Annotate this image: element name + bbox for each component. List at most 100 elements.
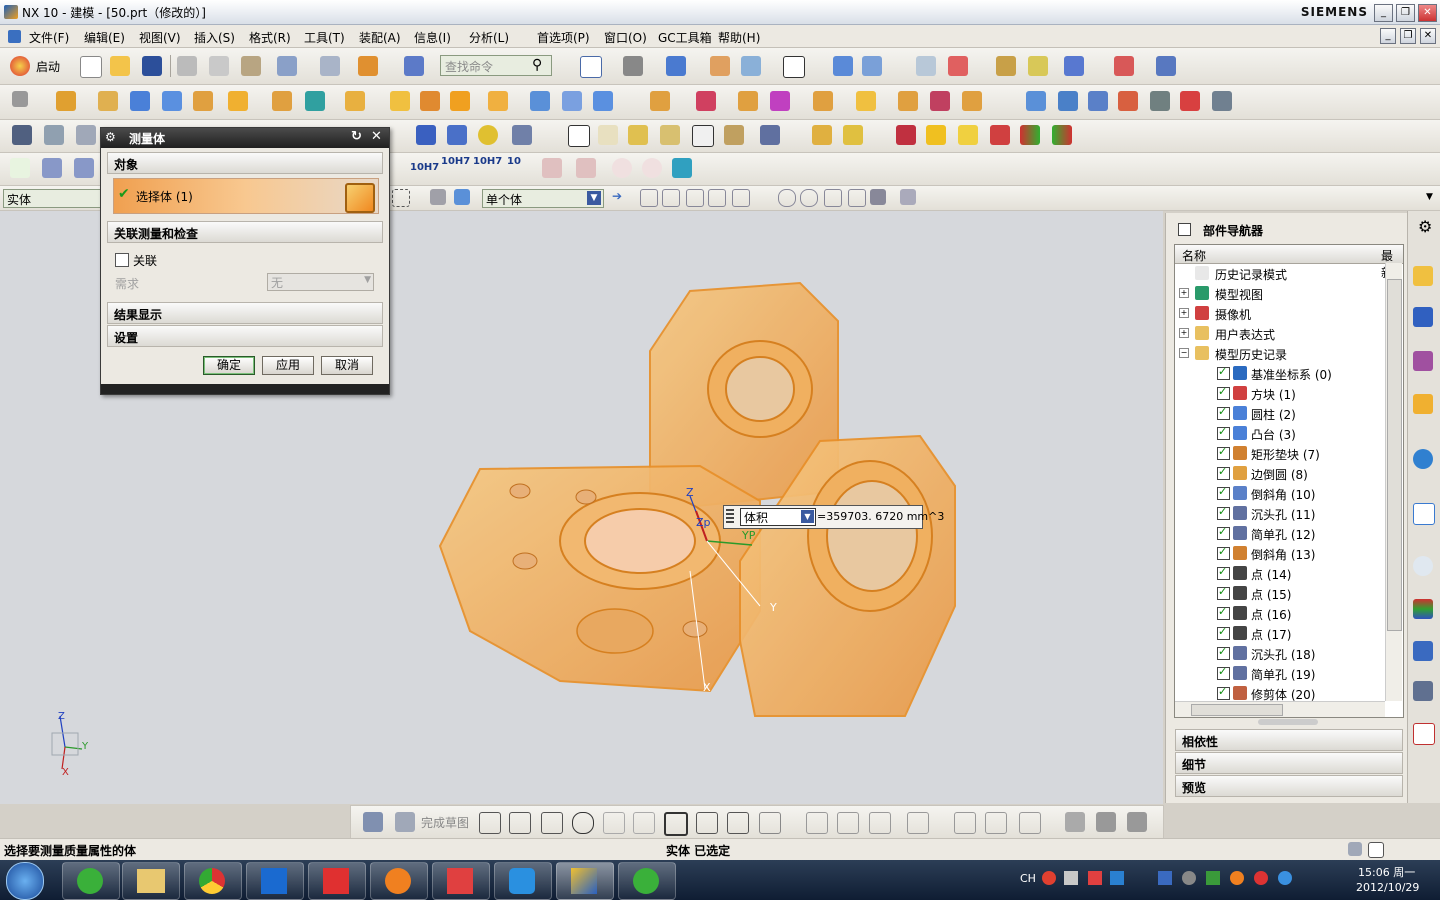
orient-view-icon[interactable] xyxy=(666,56,686,76)
tree-row[interactable]: 点 (15) xyxy=(1175,583,1383,603)
profile-icon[interactable] xyxy=(479,812,501,834)
quick-extend-icon[interactable] xyxy=(837,812,859,834)
tree-row[interactable]: + 用户表达式 xyxy=(1175,323,1383,343)
menu-edit[interactable]: 编辑(E) xyxy=(84,29,125,46)
expand-icon[interactable]: + xyxy=(1179,288,1189,298)
taskbar-app-chrome[interactable] xyxy=(184,862,242,900)
feature-visible-checkbox[interactable] xyxy=(1217,565,1230,580)
vertical-scrollbar[interactable] xyxy=(1385,263,1402,701)
split-body-icon[interactable] xyxy=(770,91,790,111)
doc-restore-button[interactable]: ❐ xyxy=(1400,28,1416,44)
history-icon[interactable] xyxy=(1413,556,1433,576)
process-studio-icon[interactable] xyxy=(1413,641,1433,661)
expand-icon[interactable]: + xyxy=(1179,328,1189,338)
feature-visible-checkbox[interactable] xyxy=(1217,505,1230,520)
revolve-icon[interactable] xyxy=(98,91,118,111)
constraint-icon[interactable] xyxy=(954,812,976,834)
snap-icon[interactable] xyxy=(833,56,853,76)
tree-row[interactable]: 倒斜角 (13) xyxy=(1175,543,1383,563)
update-model-icon[interactable] xyxy=(1127,812,1147,832)
paste-icon[interactable] xyxy=(241,56,261,76)
mirror-body-icon[interactable] xyxy=(930,91,950,111)
feature-visible-checkbox[interactable] xyxy=(1217,625,1230,640)
feature-visible-checkbox[interactable] xyxy=(1217,425,1230,440)
snap-center-icon[interactable] xyxy=(778,189,796,207)
chamfer-icon[interactable] xyxy=(696,91,716,111)
feature-visible-checkbox[interactable] xyxy=(1217,645,1230,660)
feature-visible-checkbox[interactable] xyxy=(1217,545,1230,560)
fit-view-icon[interactable] xyxy=(580,56,602,78)
check-list-icon[interactable] xyxy=(74,158,94,178)
select-box-icon[interactable] xyxy=(392,189,410,207)
ok-button[interactable]: 确定 xyxy=(203,356,255,375)
trim-body-icon[interactable] xyxy=(738,91,758,111)
new-file-icon[interactable] xyxy=(80,56,102,78)
mold-icon[interactable] xyxy=(896,125,916,145)
tree-row[interactable]: 沉头孔 (11) xyxy=(1175,503,1383,523)
tolerance-label-4[interactable]: 10 xyxy=(507,156,521,167)
hole-icon[interactable] xyxy=(390,91,410,111)
offset-face-icon[interactable] xyxy=(813,91,833,111)
dimension-icon[interactable] xyxy=(907,812,929,834)
polygon-icon[interactable] xyxy=(696,812,718,834)
pattern-sketch-icon[interactable] xyxy=(1019,812,1041,834)
menu-gc-toolbox[interactable]: GC工具箱 xyxy=(658,29,712,46)
taskbar-app-pdf[interactable] xyxy=(308,862,366,900)
magic-wand-icon[interactable] xyxy=(1028,56,1048,76)
cylinder-icon[interactable] xyxy=(162,91,182,111)
block-icon[interactable] xyxy=(130,91,150,111)
menu-info[interactable]: 信息(I) xyxy=(414,29,451,46)
snap-face-icon[interactable] xyxy=(870,189,886,205)
status-icon-2[interactable] xyxy=(1368,842,1384,858)
scale-body-icon[interactable] xyxy=(856,91,876,111)
tray-icon-calendar[interactable] xyxy=(1158,871,1172,885)
gc-dimension-icon[interactable] xyxy=(724,125,744,145)
snap-intersection-icon[interactable] xyxy=(732,189,750,207)
roughness-icon[interactable] xyxy=(542,158,562,178)
draft-icon[interactable] xyxy=(962,91,982,111)
grid-icon[interactable] xyxy=(1114,56,1134,76)
h-scroll-thumb[interactable] xyxy=(1191,704,1283,716)
tray-icon-1[interactable] xyxy=(1182,871,1196,885)
n-sided-icon[interactable] xyxy=(1180,91,1200,111)
status-icon-1[interactable] xyxy=(1348,842,1362,856)
navigator-toggle-checkbox[interactable] xyxy=(1178,223,1191,236)
tree-row[interactable]: 点 (14) xyxy=(1175,563,1383,583)
arc-icon[interactable] xyxy=(541,812,563,834)
app-menu-icon[interactable] xyxy=(8,30,21,43)
panel-details[interactable]: 细节 ⌄ xyxy=(1175,752,1403,774)
check-mark-icon[interactable] xyxy=(10,158,30,178)
edge-blend-icon[interactable] xyxy=(650,91,670,111)
tree-row[interactable]: 点 (16) xyxy=(1175,603,1383,623)
manufacturing-wizard-icon[interactable] xyxy=(1413,681,1433,701)
tolerance-label-2[interactable]: 10H7 xyxy=(441,156,470,167)
orient-icon[interactable] xyxy=(862,56,882,76)
rectangle-icon[interactable] xyxy=(664,812,688,836)
tray-icon-chrome[interactable] xyxy=(1254,871,1268,885)
restore-button[interactable]: ❐ xyxy=(1396,4,1415,22)
finish-sketch-icon[interactable] xyxy=(395,812,415,832)
taskbar-app-kingsoft[interactable] xyxy=(246,862,304,900)
select-body-row[interactable]: ✔ 选择体 (1) xyxy=(113,178,379,214)
gc-tolerance-icon[interactable] xyxy=(760,125,780,145)
tray-icon-sogou[interactable] xyxy=(1042,871,1056,885)
circle-icon[interactable] xyxy=(572,812,594,834)
offset-curve-icon[interactable] xyxy=(759,812,781,834)
feature-visible-checkbox[interactable] xyxy=(1217,405,1230,420)
assembly-navigator-icon[interactable] xyxy=(1413,266,1433,286)
menu-help[interactable]: 帮助(H) xyxy=(718,29,760,46)
search-icon[interactable]: ⚲ xyxy=(532,57,542,73)
menu-analysis[interactable]: 分析(L) xyxy=(469,29,509,46)
sphere-icon[interactable] xyxy=(593,91,613,111)
copy-icon[interactable] xyxy=(209,56,229,76)
make-corner-icon[interactable] xyxy=(869,812,891,834)
bridge-icon[interactable] xyxy=(1212,91,1232,111)
minimize-button[interactable]: _ xyxy=(1374,4,1393,22)
feature-visible-checkbox[interactable] xyxy=(1217,385,1230,400)
section-results[interactable]: 结果显示 ⌄ xyxy=(107,302,383,324)
cancel-button[interactable]: 取消 xyxy=(321,356,373,375)
tree-row[interactable]: 矩形垫块 (7) xyxy=(1175,443,1383,463)
sketch-task-icon[interactable] xyxy=(363,812,383,832)
redo-icon[interactable] xyxy=(320,56,340,76)
dialog-header[interactable]: ⚙ 测量体 ↻ ✕ xyxy=(101,128,389,148)
